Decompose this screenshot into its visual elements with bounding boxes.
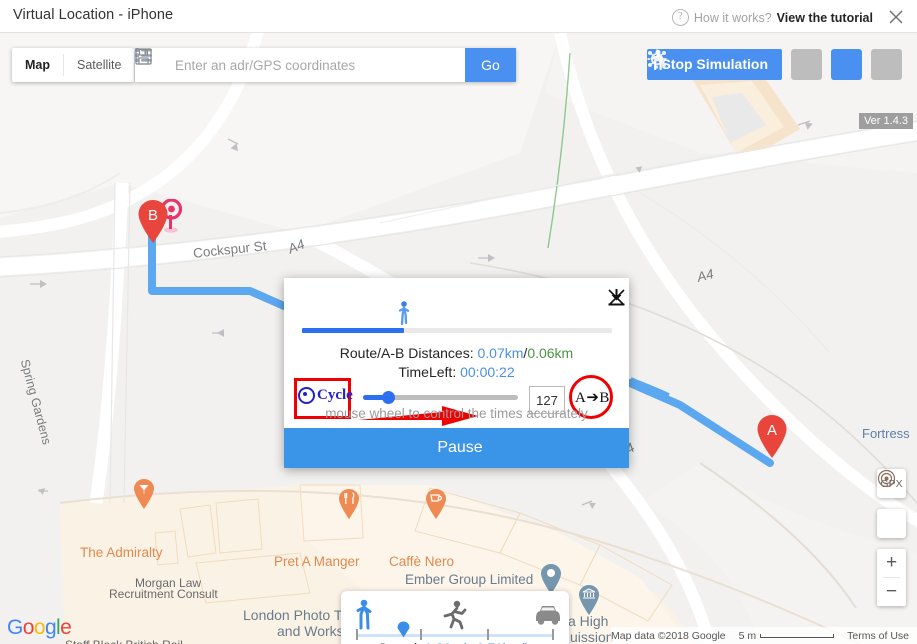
target-icon[interactable] <box>877 469 906 538</box>
timeleft-label: TimeLeft: <box>398 364 461 380</box>
times-slider[interactable] <box>363 391 518 404</box>
walking-person-icon[interactable] <box>652 49 862 80</box>
logo-letter: e <box>60 616 72 639</box>
pause-label: Pause <box>437 439 483 456</box>
poi-label-mission: uission <box>570 629 614 644</box>
search-input[interactable] <box>167 48 433 82</box>
map-side-controls: GPX + − <box>877 469 906 606</box>
simulation-toolbar: Stop Simulation <box>647 49 902 80</box>
tutorial-area: ? How it works? View the tutorial <box>671 9 873 26</box>
map-data-text: Map data ©2018 Google <box>611 629 726 642</box>
slider-knob[interactable] <box>382 391 395 404</box>
stop-simulation-button[interactable]: Stop Simulation <box>647 49 782 80</box>
dialog-stats: Route/A-B Distances: 0.07km/0.06km TimeL… <box>284 344 629 382</box>
pause-button[interactable]: Pause <box>284 278 629 468</box>
ab-distance-value: 0.06km <box>527 345 574 361</box>
page-title: Virtual Location - iPhone <box>13 7 174 23</box>
map-type-switch[interactable]: Map Satellite <box>12 48 135 82</box>
walking-person-icon <box>397 301 411 329</box>
tutorial-link[interactable]: View the tutorial <box>777 11 873 25</box>
search-bar[interactable]: Go <box>135 48 516 82</box>
timeleft-value: 00:00:22 <box>460 364 515 380</box>
speed-tick <box>552 629 554 640</box>
virtual-location-window: Virtual Location - iPhone ? How it works… <box>0 0 917 644</box>
radio-icon[interactable] <box>298 387 315 404</box>
speed-slider-track[interactable] <box>356 629 554 640</box>
floppy-disk-icon[interactable] <box>135 48 465 82</box>
poi-label-fortress: Fortress <box>862 426 910 441</box>
speed-tick <box>420 629 422 640</box>
crosshair-icon[interactable] <box>647 49 822 80</box>
speed-mode-icons <box>341 599 569 631</box>
version-badge: Ver 1.4.3 <box>858 113 913 129</box>
zoom-in-button[interactable]: + <box>877 549 906 577</box>
map-type-map[interactable]: Map <box>12 48 63 82</box>
dialog-body: Route/A-B Distances: 0.07km/0.06km TimeL… <box>284 278 629 428</box>
speed-slider-knob[interactable] <box>397 621 410 638</box>
restaurant-pin-icon[interactable] <box>338 488 360 519</box>
speed-panel[interactable]: Speed: 1.86m/s 6.71km/h <box>341 591 569 644</box>
distance-row: Route/A-B Distances: 0.07km/0.06km <box>284 344 629 363</box>
ab-direction-button[interactable]: A➔B <box>575 388 610 407</box>
dialog-hint-text: mouse wheel to control the times accurat… <box>325 406 588 421</box>
speed-tick <box>487 629 489 640</box>
help-icon: ? <box>671 9 689 26</box>
cycle-label: Cycle <box>317 387 353 403</box>
poi-label-and-works: and Works <box>277 623 344 639</box>
scale-indicator: 5 m <box>739 630 835 642</box>
bank-pin-icon[interactable] <box>578 584 600 615</box>
multi-stop-route-icon[interactable] <box>648 49 902 80</box>
go-button[interactable]: Go <box>465 48 516 82</box>
route-progress[interactable] <box>302 301 612 334</box>
progress-fill <box>302 328 405 333</box>
cycle-radio[interactable]: Cycle <box>298 387 353 404</box>
logo-letter: G <box>7 616 23 639</box>
help-text: How it works? <box>693 10 772 25</box>
poi-label-pret[interactable]: Pret A Manger <box>274 554 360 569</box>
poi-label-london-photo: London Photo T <box>243 607 343 623</box>
svg-text:B: B <box>148 207 158 224</box>
place-pin-icon[interactable] <box>540 563 562 594</box>
zoom-controls: + − <box>877 549 906 606</box>
cocktail-pin-icon[interactable] <box>133 478 155 509</box>
scale-bar <box>760 633 835 638</box>
distance-label: Route/A-B Distances: <box>339 345 478 361</box>
poi-label-staff-block: Staff Block British Rail <box>65 638 183 644</box>
map-type-satellite[interactable]: Satellite <box>64 48 134 82</box>
logo-letter: g <box>44 616 57 639</box>
map-attribution: Map data ©2018 Google 5 m Terms of Use <box>611 627 917 644</box>
poi-label-admiralty[interactable]: The Admiralty <box>80 545 163 560</box>
logo-letter: o <box>22 616 35 639</box>
cafe-pin-icon[interactable] <box>425 488 447 519</box>
map-canvas[interactable]: Cockspur St A4 A4 A4 Spring Gardens The … <box>0 33 917 644</box>
google-logo: Google <box>7 616 72 640</box>
poi-label-ember-group[interactable]: Ember Group Limited <box>405 572 533 587</box>
simulation-dialog[interactable]: Route/A-B Distances: 0.07km/0.06km TimeL… <box>284 278 629 468</box>
svg-text:A: A <box>767 422 777 439</box>
route-distance-value: 0.07km <box>477 345 524 361</box>
title-bar: Virtual Location - iPhone ? How it works… <box>0 0 917 33</box>
logo-letter: o <box>33 616 46 639</box>
poi-label-recruitment: Recruitment Consult <box>109 587 218 601</box>
poi-label-caffe-nero[interactable]: Caffè Nero <box>389 554 454 569</box>
speed-tick <box>356 629 358 640</box>
zoom-out-button[interactable]: − <box>877 578 906 606</box>
terms-of-use-link[interactable]: Terms of Use <box>847 630 909 642</box>
close-icon[interactable] <box>885 6 907 28</box>
scale-value: 5 m <box>738 629 757 642</box>
